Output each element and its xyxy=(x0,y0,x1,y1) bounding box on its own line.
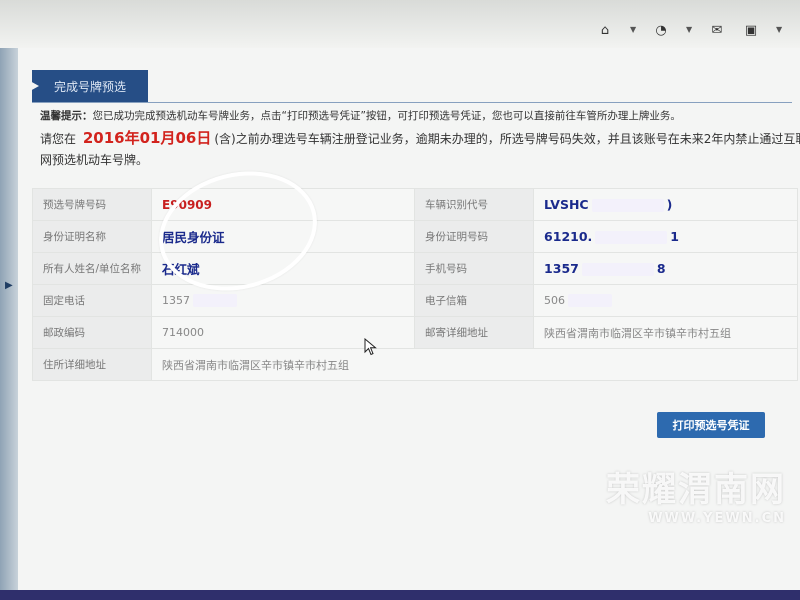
mailing-address-value: 陕西省渭南市临渭区辛市镇辛市村五组 xyxy=(533,316,798,349)
title-divider xyxy=(32,102,792,103)
email-value: 506 xyxy=(533,284,798,317)
phone-value: 1357 xyxy=(151,284,416,317)
mail-icon[interactable]: ✉ xyxy=(708,22,726,38)
phone-label: 固定电话 xyxy=(31,284,153,317)
toolbar-icons: ⌂ ▼ ◔ ▼ ✉ ▣ ▼ xyxy=(596,22,782,38)
print-dropdown-icon[interactable]: ▼ xyxy=(776,22,782,38)
notice-text: 温馨提示：您已成功完成预选机动车号牌业务，点击“打印预选号凭证”按钮，可打印预选… xyxy=(40,106,800,126)
mobile-value: 1357 8 xyxy=(533,252,798,285)
home-address-label: 住所详细地址 xyxy=(31,348,153,381)
deadline-prefix: 请您在 xyxy=(40,132,77,146)
redaction-mask xyxy=(581,263,654,276)
plate-info-table: 预选号牌号码 E90909 车辆识别代号 LVSHC) 身份证明名称 居民身份证… xyxy=(31,188,798,381)
phone-value-text: 1357 xyxy=(162,293,191,307)
sidebar-expand-icon[interactable]: ▶ xyxy=(5,280,13,291)
redaction-mask xyxy=(595,231,668,244)
watermark-title: 荣耀渭南网 xyxy=(606,470,786,510)
redaction-mask xyxy=(193,294,238,308)
id-number-label: 身份证明号码 xyxy=(414,220,535,253)
plate-value: E90909 xyxy=(151,188,416,221)
browser-toolbar: ⌂ ▼ ◔ ▼ ✉ ▣ ▼ xyxy=(0,0,800,49)
table-row: 所有人姓名/单位名称 石红斌 手机号码 1357 8 xyxy=(31,252,798,285)
table-row: 住所详细地址 陕西省渭南市临渭区辛市镇辛市村五组 xyxy=(31,348,798,381)
sidebar-collapsed: ▶ xyxy=(0,48,18,600)
id-type-label: 身份证明名称 xyxy=(31,220,153,253)
mobile-label: 手机号码 xyxy=(414,252,535,285)
table-row: 身份证明名称 居民身份证 身份证明号码 61210. 1 xyxy=(31,220,798,253)
home-dropdown-icon[interactable]: ▼ xyxy=(630,22,636,38)
printer-icon[interactable]: ▣ xyxy=(742,22,760,38)
email-label: 电子信箱 xyxy=(414,284,535,317)
deadline-date: 2016年01月06日 xyxy=(82,129,212,147)
notice-body: 您已成功完成预选机动车号牌业务，点击“打印预选号凭证”按钮，可打印预选号凭证，您… xyxy=(92,110,681,122)
mobile-end: 8 xyxy=(656,261,666,276)
mobile-start: 1357 xyxy=(544,261,579,276)
print-certificate-button[interactable]: 打印预选号凭证 xyxy=(657,412,765,438)
table-row: 预选号牌号码 E90909 车辆识别代号 LVSHC) xyxy=(31,188,798,221)
vin-label: 车辆识别代号 xyxy=(414,188,535,221)
rss-dropdown-icon[interactable]: ▼ xyxy=(686,22,692,38)
vin-value-start: LVSHC xyxy=(544,197,589,212)
id-number-end: 1 xyxy=(670,229,679,244)
site-watermark: 荣耀渭南网 WWW.YEWN.CN xyxy=(606,462,786,526)
id-number-value: 61210. 1 xyxy=(533,220,798,253)
rss-icon[interactable]: ◔ xyxy=(652,22,670,38)
table-row: 邮政编码 714000 邮寄详细地址 陕西省渭南市临渭区辛市镇辛市村五组 xyxy=(31,316,798,349)
taskbar xyxy=(0,590,800,600)
mailing-address-label: 邮寄详细地址 xyxy=(414,316,535,349)
postcode-label: 邮政编码 xyxy=(31,316,153,349)
vin-value: LVSHC) xyxy=(533,188,798,221)
page-title: 完成号牌预选 xyxy=(32,70,148,102)
mouse-cursor-icon xyxy=(364,338,377,356)
home-address-value: 陕西省渭南市临渭区辛市镇辛市村五组 xyxy=(151,348,798,381)
id-type-value: 居民身份证 xyxy=(151,220,416,253)
owner-label: 所有人姓名/单位名称 xyxy=(31,252,153,285)
table-row: 固定电话 1357 电子信箱 506 xyxy=(31,284,798,317)
watermark-url: WWW.YEWN.CN xyxy=(648,511,786,526)
redaction-mask xyxy=(591,199,664,212)
plate-label: 预选号牌号码 xyxy=(31,188,153,221)
email-value-text: 506 xyxy=(544,293,566,307)
id-number-start: 61210. xyxy=(544,229,593,244)
deadline-notice: 请您在 2016年01月06日 (含)之前办理选号车辆注册登记业务，逾期未办理的，… xyxy=(40,128,800,171)
redaction-mask xyxy=(568,294,613,308)
notice-label: 温馨提示： xyxy=(40,110,93,122)
home-icon[interactable]: ⌂ xyxy=(596,22,614,38)
vin-value-end: ) xyxy=(666,197,673,212)
owner-value: 石红斌 xyxy=(151,252,416,285)
